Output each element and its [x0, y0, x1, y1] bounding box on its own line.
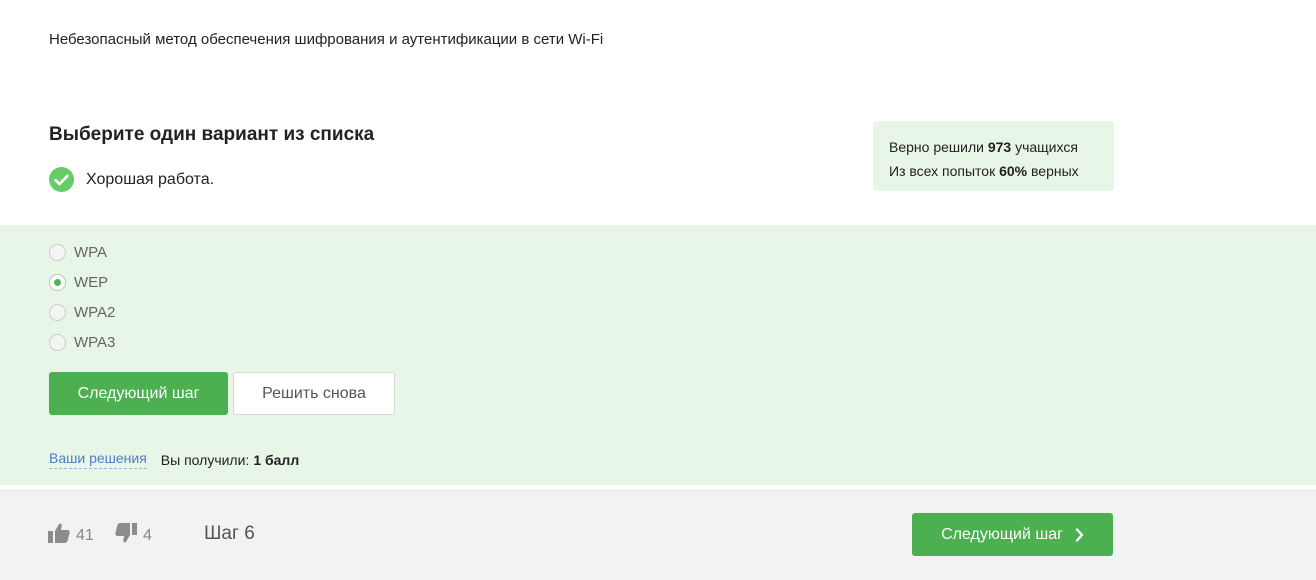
- stats-solved-suffix: учащихся: [1015, 139, 1078, 155]
- retry-button[interactable]: Решить снова: [233, 372, 395, 415]
- dislikes-count: 4: [143, 526, 152, 544]
- chevron-right-icon: [1075, 527, 1084, 542]
- radio-button[interactable]: [49, 304, 66, 321]
- your-solutions-link[interactable]: Ваши решения: [49, 450, 147, 469]
- stats-solved: Верно решили 973 учащихся: [889, 135, 1114, 159]
- stats-attempts: Из всех попыток 60% верных: [889, 159, 1114, 183]
- next-step-button[interactable]: Следующий шаг: [49, 372, 228, 415]
- dislike-button[interactable]: 4: [115, 523, 152, 548]
- option-wpa[interactable]: WPA: [49, 244, 107, 261]
- radio-button[interactable]: [49, 244, 66, 261]
- question-text: Небезопасный метод обеспечения шифровани…: [49, 31, 604, 48]
- stats-solved-count: 973: [987, 139, 1012, 155]
- score-label: Вы получили:: [160, 451, 250, 468]
- thumbs-down-icon: [115, 523, 137, 548]
- check-circle-icon: [49, 167, 74, 192]
- score-value: 1 балл: [253, 451, 300, 468]
- option-wpa2[interactable]: WPA2: [49, 304, 115, 321]
- stats-attempts-suffix: верных: [1031, 163, 1079, 179]
- step-label: Шаг 6: [204, 523, 255, 544]
- thumbs-up-icon: [48, 523, 70, 548]
- footer: 41 4 Шаг 6 Следующий шаг: [0, 490, 1316, 580]
- option-label: WPA2: [74, 304, 116, 321]
- option-wpa3[interactable]: WPA3: [49, 334, 115, 351]
- like-button[interactable]: 41: [48, 523, 94, 548]
- stats-solved-prefix: Верно решили: [889, 139, 984, 155]
- feedback: Хорошая работа.: [49, 167, 214, 192]
- likes-count: 41: [76, 526, 94, 544]
- answers-panel: WPA WEP WPA2 WPA3 Следующий шаг Решить с…: [0, 225, 1316, 485]
- stats-attempts-percent: 60%: [999, 163, 1028, 179]
- option-label: WPA: [74, 244, 108, 261]
- option-label: WPA3: [74, 334, 116, 351]
- stats-attempts-prefix: Из всех попыток: [889, 163, 996, 179]
- radio-button-selected[interactable]: [49, 274, 66, 291]
- quiz-title: Выберите один вариант из списка: [49, 124, 375, 145]
- footer-next-label: Следующий шаг: [941, 525, 1063, 543]
- feedback-text: Хорошая работа.: [86, 170, 215, 188]
- option-wep[interactable]: WEP: [49, 274, 108, 291]
- result-row: Ваши решения Вы получили: 1 балл: [49, 450, 299, 469]
- footer-next-step-button[interactable]: Следующий шаг: [912, 513, 1113, 556]
- option-label: WEP: [74, 274, 109, 291]
- radio-button[interactable]: [49, 334, 66, 351]
- stats-box: Верно решили 973 учащихся Из всех попыто…: [873, 121, 1114, 191]
